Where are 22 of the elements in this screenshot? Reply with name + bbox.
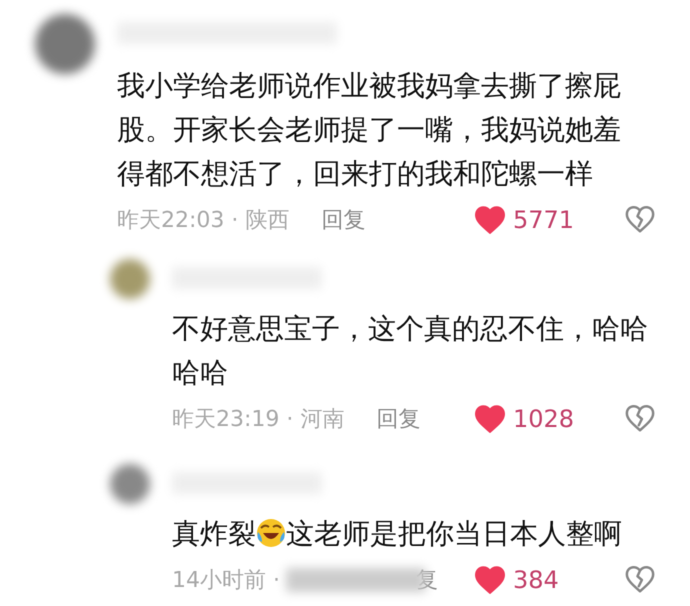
avatar[interactable]	[35, 14, 95, 74]
broken-heart-icon[interactable]	[625, 565, 655, 595]
reply-link[interactable]: 复	[416, 564, 438, 596]
avatar[interactable]	[110, 259, 150, 299]
timestamp-location: 昨天22:03 · 陕西	[117, 206, 290, 234]
heart-icon[interactable]	[475, 566, 505, 594]
comment-text: 真炸裂 这老师是把你当日本人整啊	[172, 516, 623, 552]
broken-heart-icon[interactable]	[625, 205, 655, 235]
timestamp-location: 14小时前 ·	[172, 566, 280, 594]
timestamp-location: 昨天23:19 · 河南	[172, 406, 344, 434]
heart-icon[interactable]	[475, 405, 505, 433]
like-count: 1028	[513, 404, 576, 435]
heart-icon[interactable]	[475, 206, 505, 234]
like-count: 384	[513, 565, 560, 596]
avatar[interactable]	[110, 464, 150, 504]
reply-link[interactable]: 回复	[321, 204, 366, 236]
reply-link[interactable]: 回复	[376, 402, 420, 436]
comment-text: 不好意思宝子，这个真的忍不住，哈哈哈哈	[172, 311, 649, 391]
comment-text: 我小学给老师说作业被我妈拿去撕了擦屁股。开家长会老师提了一嘴，我妈说她羞得都不想活了，回来打的我和陀螺一样	[117, 68, 622, 192]
broken-heart-icon[interactable]	[625, 404, 655, 434]
like-count: 5771	[513, 205, 576, 236]
laughing-crying-emoji-icon	[256, 518, 286, 548]
